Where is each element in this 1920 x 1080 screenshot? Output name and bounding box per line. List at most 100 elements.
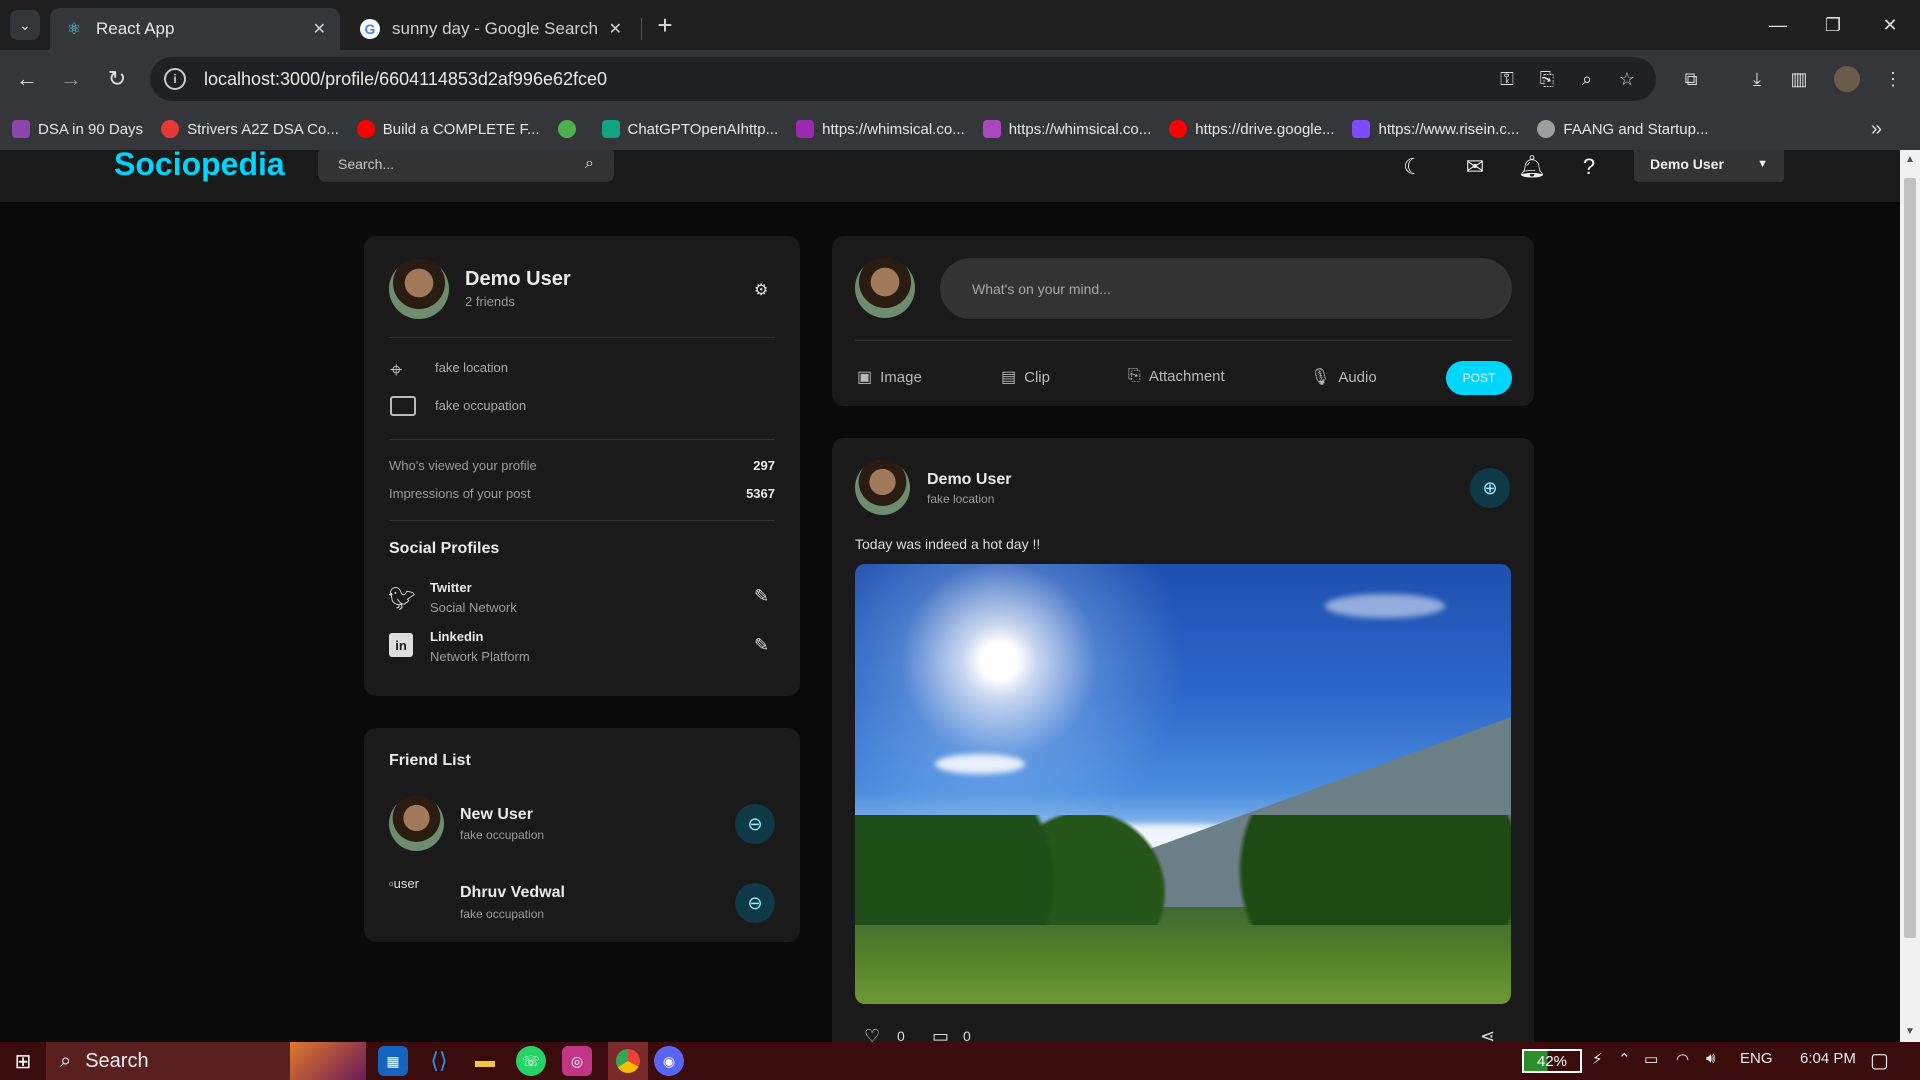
avatar[interactable] xyxy=(389,796,444,851)
cloud-shape xyxy=(1325,594,1445,618)
address-bar[interactable]: i localhost:3000/profile/6604114853d2af9… xyxy=(150,57,1656,101)
clip-action[interactable]: ▤ Clip xyxy=(1001,367,1050,387)
user-menu-select[interactable]: Demo User ▼ xyxy=(1634,150,1784,182)
image-action[interactable]: ▣ Image xyxy=(857,367,922,387)
add-friend-button[interactable]: ⊕ xyxy=(1470,468,1510,508)
share-icon[interactable]: ⋖ xyxy=(1480,1026,1495,1042)
whatsapp-icon[interactable]: ☏ xyxy=(516,1046,546,1076)
menu-icon[interactable]: ⋮ xyxy=(1880,66,1906,92)
bookmark-item[interactable]: https://whimsical.co... xyxy=(796,120,965,138)
volume-icon[interactable]: 🔊︎ xyxy=(1706,1050,1715,1067)
forward-icon[interactable]: → xyxy=(56,64,86,94)
social-name[interactable]: Linkedin xyxy=(430,629,483,644)
discord-icon[interactable]: ◉ xyxy=(654,1046,684,1076)
friends-count: 2 friends xyxy=(465,294,515,309)
post-image[interactable] xyxy=(855,564,1511,1004)
minimize-button[interactable]: — xyxy=(1760,10,1796,40)
remove-friend-button[interactable]: ⊖ xyxy=(735,883,775,923)
widgets-icon[interactable]: ▦ xyxy=(378,1046,408,1076)
friend-name[interactable]: New User xyxy=(460,806,533,824)
battery-icon[interactable]: ▭ xyxy=(1644,1050,1658,1068)
scroll-down-icon[interactable]: ▼ xyxy=(1904,1026,1916,1037)
zoom-icon[interactable]: ⌕ xyxy=(1574,66,1600,92)
post-text-input[interactable]: What's on your mind... xyxy=(940,258,1512,319)
bookmark-item[interactable]: https://whimsical.co... xyxy=(982,120,1151,138)
broken-avatar-image[interactable]: ▫user xyxy=(389,876,419,891)
remove-friend-button[interactable]: ⊖ xyxy=(735,804,775,844)
more-bookmarks-icon[interactable]: » xyxy=(1871,118,1882,141)
notifications-icon[interactable]: 🔔︎ xyxy=(1517,152,1547,182)
close-window-button[interactable]: ✕ xyxy=(1872,10,1908,40)
bookmark-item[interactable]: Build a COMPLETE F... xyxy=(356,120,540,138)
audio-action[interactable]: 🎙︎ Audio xyxy=(1310,367,1377,387)
page-scrollbar[interactable]: ▲ ▼ xyxy=(1900,150,1920,1042)
bookmark-item[interactable]: Strivers A2Z DSA Co... xyxy=(161,120,339,138)
globe-icon xyxy=(1537,120,1556,138)
search-input[interactable]: Search... ⌕ xyxy=(318,150,614,182)
chrome-icon[interactable] xyxy=(608,1042,648,1080)
avatar[interactable] xyxy=(389,259,449,319)
post-button[interactable]: POST xyxy=(1446,361,1512,395)
stat-label: Who's viewed your profile xyxy=(389,458,537,473)
bookmark-item[interactable] xyxy=(557,120,584,138)
bookmark-item[interactable]: https://drive.google... xyxy=(1169,120,1334,138)
edit-icon[interactable]: ✎ xyxy=(754,586,769,607)
dark-mode-icon[interactable]: ☾ xyxy=(1398,152,1428,182)
windows-start-icon[interactable]: ⊞ xyxy=(0,1042,46,1080)
app-logo[interactable]: Sociopedia xyxy=(114,150,285,183)
manage-account-icon[interactable]: ⚙ xyxy=(754,280,768,300)
profile-avatar[interactable] xyxy=(1834,66,1860,92)
comment-icon[interactable]: ▭ xyxy=(932,1026,949,1042)
new-tab-button[interactable]: + xyxy=(650,10,680,40)
instagram-icon[interactable]: ◎ xyxy=(562,1046,592,1076)
help-icon[interactable]: ? xyxy=(1574,152,1604,182)
avatar[interactable] xyxy=(855,258,915,318)
downloads-icon[interactable]: ⤓ xyxy=(1744,66,1770,92)
bookmark-item[interactable]: DSA in 90 Days xyxy=(12,120,143,138)
avatar[interactable] xyxy=(855,460,910,515)
url-text: localhost:3000/profile/6604114853d2af996… xyxy=(204,68,608,89)
battery-indicator[interactable]: 42% xyxy=(1522,1049,1582,1073)
image-icon: ▣ xyxy=(857,369,873,386)
back-icon[interactable]: ← xyxy=(12,64,42,94)
bookmark-item[interactable]: ChatGPTOpenAIhttp... xyxy=(601,120,778,138)
clock[interactable]: 6:04 PM xyxy=(1800,1050,1856,1067)
google-icon: G xyxy=(360,19,380,39)
restore-button[interactable]: ❐ xyxy=(1815,10,1851,40)
post-author[interactable]: Demo User xyxy=(927,471,1011,489)
side-panel-icon[interactable]: ▥ xyxy=(1786,66,1812,92)
password-key-icon[interactable]: ⚿ xyxy=(1494,66,1520,92)
tab-search-button[interactable]: ⌄ xyxy=(10,10,40,40)
stat-value: 297 xyxy=(753,458,775,473)
edit-icon[interactable]: ✎ xyxy=(754,635,769,656)
file-explorer-icon[interactable]: ▬ xyxy=(470,1046,500,1076)
tab-react-app[interactable]: ⚛ React App ✕ xyxy=(50,8,340,50)
divider xyxy=(855,340,1512,341)
scroll-up-icon[interactable]: ▲ xyxy=(1904,154,1916,165)
notification-center-icon[interactable]: ▢ xyxy=(1870,1048,1889,1073)
bookmark-item[interactable]: FAANG and Startup... xyxy=(1537,120,1708,138)
message-icon[interactable]: ✉ xyxy=(1460,152,1490,182)
show-hidden-icons[interactable]: ⌃ xyxy=(1618,1050,1631,1068)
friend-name[interactable]: Dhruv Vedwal xyxy=(460,884,565,902)
bookmark-star-icon[interactable]: ☆ xyxy=(1614,66,1640,92)
language-indicator[interactable]: ENG xyxy=(1740,1050,1773,1067)
close-icon[interactable]: ✕ xyxy=(609,19,622,39)
site-info-icon[interactable]: i xyxy=(164,68,186,90)
search-icon[interactable]: ⌕ xyxy=(585,155,594,173)
scroll-thumb[interactable] xyxy=(1904,178,1916,938)
windows-taskbar: ⊞ ⌕ Search ▦ ⟨⟩ ▬ ☏ ◎ ◉ 42% ⚡︎ ⌃ ▭ ◠ 🔊︎ … xyxy=(0,1042,1920,1080)
reload-icon[interactable]: ↻ xyxy=(102,64,132,94)
profile-name[interactable]: Demo User xyxy=(465,268,571,291)
bookmark-item[interactable]: https://www.risein.c... xyxy=(1352,120,1519,138)
tab-google-search[interactable]: G sunny day - Google Search ✕ xyxy=(346,8,636,50)
social-name[interactable]: Twitter xyxy=(430,580,472,595)
attachment-action[interactable]: ⎘ Attachment xyxy=(1128,367,1225,385)
close-icon[interactable]: ✕ xyxy=(313,19,326,39)
wifi-icon[interactable]: ◠ xyxy=(1676,1050,1689,1068)
vscode-icon[interactable]: ⟨⟩ xyxy=(424,1046,454,1076)
like-icon[interactable]: ♡ xyxy=(864,1026,880,1042)
taskbar-search[interactable]: ⌕ Search xyxy=(46,1042,366,1080)
extensions-icon[interactable]: ⧉ xyxy=(1678,66,1704,92)
install-app-icon[interactable]: ⎘ xyxy=(1534,66,1560,92)
